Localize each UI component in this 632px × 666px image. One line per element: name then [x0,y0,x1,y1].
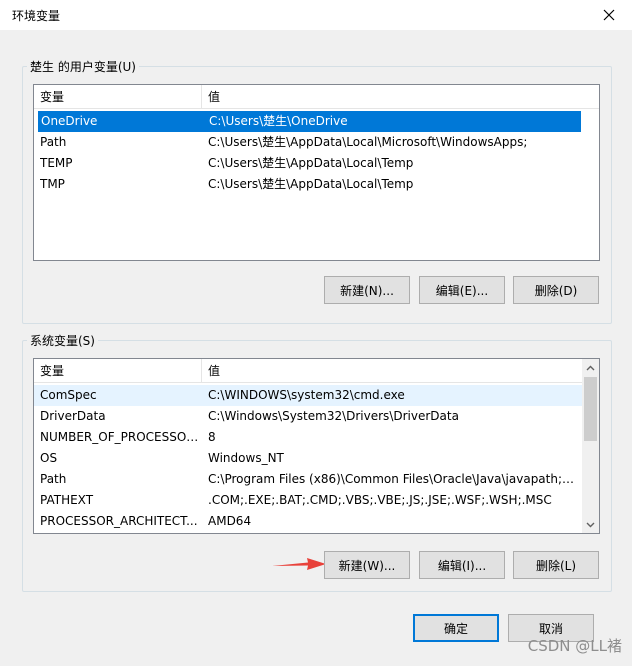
list-header: 变量 值 [34,359,582,383]
system-variables-list[interactable]: 变量 值 ComSpec C:\WINDOWS\system32\cmd.exe… [33,358,600,534]
variable-value: Windows_NT [208,451,284,465]
variable-value: .COM;.EXE;.BAT;.CMD;.VBS;.VBE;.JS;.JSE;.… [208,493,552,507]
variable-name: PROCESSOR_ARCHITECT... [40,514,198,528]
variable-value: C:\Users\楚生\OneDrive [209,114,348,128]
column-header-value[interactable]: 值 [202,359,582,383]
variable-name: Path [40,472,67,486]
window-title: 环境变量 [12,9,61,23]
variable-value: C:\Users\楚生\AppData\Local\Microsoft\Wind… [208,135,528,149]
column-header-variable[interactable]: 变量 [34,359,202,383]
scroll-up-button[interactable] [582,359,599,376]
table-row[interactable]: ComSpec C:\WINDOWS\system32\cmd.exe [34,385,582,406]
column-header-variable[interactable]: 变量 [34,85,202,109]
table-row[interactable]: Path C:\Program Files (x86)\Common Files… [34,469,582,490]
variable-value: C:\Users\楚生\AppData\Local\Temp [208,177,414,191]
system-edit-button[interactable]: 编辑(I)... [419,551,505,579]
variable-name: OS [40,451,58,465]
variable-value: C:\WINDOWS\system32\cmd.exe [208,388,405,402]
user-variables-list[interactable]: 变量 值 OneDrive C:\Users\楚生\OneDrive Path … [33,84,600,261]
variable-name: TEMP [40,156,73,170]
variable-name: DriverData [40,409,106,423]
ok-button[interactable]: 确定 [413,614,499,642]
scroll-thumb[interactable] [584,377,597,441]
variable-name: ComSpec [40,388,97,402]
variable-value: C:\Program Files (x86)\Common Files\Orac… [208,472,578,486]
system-delete-button[interactable]: 删除(L) [513,551,599,579]
close-icon [603,9,615,21]
variable-name: PATHEXT [40,493,94,507]
list-header: 变量 值 [34,85,599,109]
variable-value: C:\Users\楚生\AppData\Local\Temp [208,156,414,170]
variable-name: NUMBER_OF_PROCESSORS [40,430,200,444]
system-new-button[interactable]: 新建(W)... [324,551,410,579]
variable-name: Path [40,135,67,149]
user-variables-label: 楚生 的用户变量(U) [27,58,139,75]
variable-name: TMP [40,177,65,191]
table-row[interactable]: PROCESSOR_ARCHITECT... AMD64 [34,511,582,532]
table-row[interactable]: TMP C:\Users\楚生\AppData\Local\Temp [34,174,599,195]
vertical-scrollbar[interactable] [582,359,599,533]
system-variables-label: 系统变量(S) [27,332,98,349]
red-arrow-icon [272,558,326,570]
variable-value: C:\Windows\System32\Drivers\DriverData [208,409,459,423]
table-row[interactable]: OS Windows_NT [34,448,582,469]
table-row[interactable]: TEMP C:\Users\楚生\AppData\Local\Temp [34,153,599,174]
scroll-down-button[interactable] [582,516,599,533]
user-delete-button[interactable]: 删除(D) [513,276,599,304]
column-header-value[interactable]: 值 [202,85,599,109]
table-row[interactable]: OneDrive C:\Users\楚生\OneDrive [38,111,581,132]
watermark: CSDN @LL褚 [527,637,622,655]
table-row[interactable]: PATHEXT .COM;.EXE;.BAT;.CMD;.VBS;.VBE;.J… [34,490,582,511]
chevron-up-icon [586,365,595,370]
variable-name: OneDrive [41,114,98,128]
close-button[interactable] [586,0,632,30]
table-row[interactable]: DriverData C:\Windows\System32\Drivers\D… [34,406,582,427]
title-bar: 环境变量 [0,0,632,30]
variable-value: 8 [208,430,216,444]
user-edit-button[interactable]: 编辑(E)... [419,276,505,304]
chevron-down-icon [586,522,595,527]
variable-value: AMD64 [208,514,252,528]
table-row[interactable]: NUMBER_OF_PROCESSORS 8 [34,427,582,448]
table-row[interactable]: Path C:\Users\楚生\AppData\Local\Microsoft… [34,132,599,153]
user-new-button[interactable]: 新建(N)... [324,276,410,304]
